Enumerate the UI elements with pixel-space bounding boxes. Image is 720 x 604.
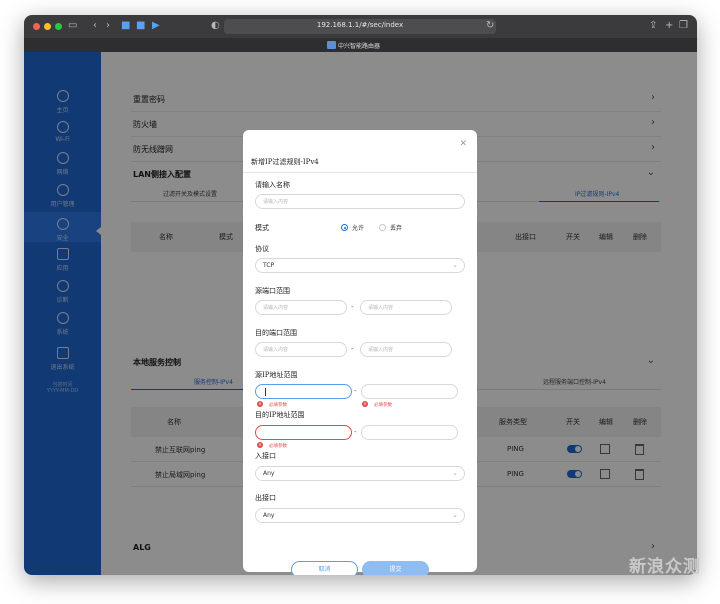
dst-port-label: 目的端口范围 bbox=[255, 329, 297, 337]
close-window-button[interactable] bbox=[33, 23, 40, 30]
extension-icon[interactable]: ▶ bbox=[152, 20, 160, 32]
src-port-end-input[interactable]: 请输入内容 bbox=[360, 300, 452, 315]
error-icon: ✕ bbox=[257, 401, 263, 407]
placeholder: 请输入内容 bbox=[368, 347, 394, 353]
favicon-icon bbox=[327, 41, 336, 49]
src-ip-end-input[interactable] bbox=[361, 384, 458, 399]
mode-deny-radio[interactable] bbox=[379, 224, 386, 231]
dst-ip-end-input[interactable] bbox=[361, 425, 458, 440]
out-interface-select[interactable]: Any ⌄ bbox=[255, 508, 465, 523]
src-port-label: 源端口范围 bbox=[255, 287, 290, 295]
browser-window: ▭ ‹ › ■ ■ ▶ ◐ 192.168.1.1/#/sec/index ↻ … bbox=[24, 15, 697, 575]
placeholder: 请输入内容 bbox=[263, 305, 289, 311]
tab-bar: 中兴智能路由器 bbox=[24, 38, 697, 52]
text-cursor bbox=[265, 388, 266, 396]
src-ip-label: 源IP地址范围 bbox=[255, 371, 298, 379]
name-input[interactable]: 请输入内容 bbox=[255, 194, 465, 209]
forward-icon[interactable]: › bbox=[106, 20, 110, 32]
address-bar[interactable]: 192.168.1.1/#/sec/index bbox=[224, 19, 496, 34]
name-label: 请输入名称 bbox=[255, 181, 290, 189]
dst-ip-start-input[interactable] bbox=[255, 425, 352, 440]
protocol-label: 协议 bbox=[255, 245, 269, 253]
selected-value: TCP bbox=[263, 262, 275, 269]
privacy-shield-icon[interactable]: ◐ bbox=[211, 20, 220, 32]
tab-overview-icon[interactable]: ❐ bbox=[679, 20, 688, 32]
extension-icon[interactable]: ■ bbox=[121, 20, 130, 32]
error-icon: ✕ bbox=[257, 442, 263, 448]
maximize-window-button[interactable] bbox=[55, 23, 62, 30]
error-message: 必填参数 bbox=[269, 444, 287, 449]
dst-port-end-input[interactable]: 请输入内容 bbox=[360, 342, 452, 357]
mode-label: 模式 bbox=[255, 224, 269, 232]
in-interface-select[interactable]: Any ⌄ bbox=[255, 466, 465, 481]
error-icon: ✕ bbox=[362, 401, 368, 407]
dst-ip-label: 目的IP地址范围 bbox=[255, 411, 305, 419]
sidebar-toggle-icon[interactable]: ▭ bbox=[68, 20, 77, 32]
mode-deny-label[interactable]: 丢弃 bbox=[390, 223, 402, 232]
src-ip-start-input[interactable] bbox=[255, 384, 352, 399]
dialog-title: 新增IP过滤规则-IPv4 bbox=[251, 158, 319, 166]
placeholder: 请输入内容 bbox=[368, 305, 394, 311]
chevron-down-icon: ⌄ bbox=[452, 511, 458, 519]
dst-port-start-input[interactable]: 请输入内容 bbox=[255, 342, 347, 357]
tab-title[interactable]: 中兴智能路由器 bbox=[338, 41, 380, 50]
out-interface-label: 出接口 bbox=[255, 494, 276, 502]
watermark: 新浪众测 bbox=[629, 557, 701, 577]
add-ip-filter-dialog: ✕ 新增IP过滤规则-IPv4 请输入名称 请输入内容 模式 允许 丢弃 协议 … bbox=[243, 130, 477, 575]
range-dash: - bbox=[351, 303, 354, 311]
close-icon[interactable]: ✕ bbox=[459, 139, 467, 149]
back-icon[interactable]: ‹ bbox=[93, 20, 97, 32]
new-tab-icon[interactable]: + bbox=[665, 20, 673, 32]
mode-allow-radio[interactable] bbox=[341, 224, 348, 231]
error-message: 必填参数 bbox=[269, 403, 287, 408]
range-dash: - bbox=[354, 387, 357, 395]
extension-icon[interactable]: ■ bbox=[136, 20, 145, 32]
browser-titlebar: ▭ ‹ › ■ ■ ▶ ◐ 192.168.1.1/#/sec/index ↻ … bbox=[24, 15, 697, 38]
placeholder: 请输入内容 bbox=[263, 199, 289, 205]
protocol-select[interactable]: TCP ⌄ bbox=[255, 258, 465, 273]
chevron-down-icon: ⌄ bbox=[452, 469, 458, 477]
reload-icon[interactable]: ↻ bbox=[486, 20, 494, 32]
error-message: 必填参数 bbox=[374, 403, 392, 408]
chevron-down-icon: ⌄ bbox=[452, 261, 458, 269]
cancel-button[interactable]: 取消 bbox=[291, 561, 358, 575]
divider bbox=[243, 172, 477, 173]
in-interface-label: 入接口 bbox=[255, 452, 276, 460]
minimize-window-button[interactable] bbox=[44, 23, 51, 30]
placeholder: 请输入内容 bbox=[263, 347, 289, 353]
src-port-start-input[interactable]: 请输入内容 bbox=[255, 300, 347, 315]
url-text: 192.168.1.1/#/sec/index bbox=[316, 21, 404, 29]
share-icon[interactable]: ⇪ bbox=[649, 20, 657, 32]
mode-allow-label[interactable]: 允许 bbox=[352, 223, 364, 232]
range-dash: - bbox=[351, 345, 354, 353]
selected-value: Any bbox=[263, 512, 275, 519]
selected-value: Any bbox=[263, 470, 275, 477]
submit-button[interactable]: 提交 bbox=[362, 561, 429, 575]
range-dash: - bbox=[354, 428, 357, 436]
